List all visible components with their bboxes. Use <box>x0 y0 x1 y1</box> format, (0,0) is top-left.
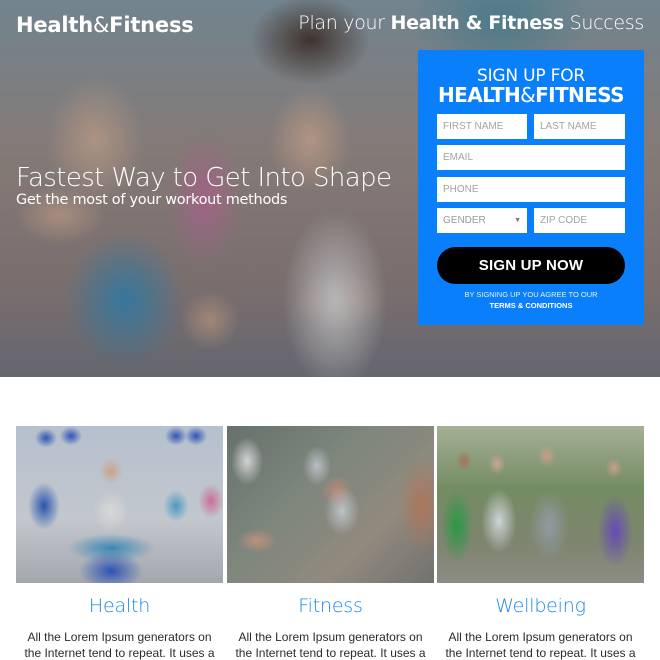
zip-code-input[interactable] <box>534 208 625 233</box>
signup-form: SIGN UP FOR HEALTH&FITNESS GENDER ▼ SIGN… <box>418 50 644 325</box>
gender-select-value: GENDER <box>443 215 486 226</box>
hero-section: Health&Fitness Plan your Health & Fitnes… <box>0 0 660 377</box>
feature-description: All the Lorem Ipsum generators on the In… <box>24 630 215 660</box>
chevron-down-icon: ▼ <box>514 217 521 224</box>
feature-description: All the Lorem Ipsum generators on the In… <box>235 630 426 660</box>
terms-disclaimer: BY SIGNING UP YOU AGREE TO OUR <box>464 290 598 299</box>
first-name-input[interactable] <box>437 114 527 139</box>
feature-card-wellbeing: Wellbeing All the Lorem Ipsum generators… <box>437 426 644 660</box>
tagline-post: Success <box>563 12 645 34</box>
sign-up-now-button[interactable]: SIGN UP NOW <box>437 247 625 284</box>
feature-image-health <box>16 426 223 583</box>
form-heading-ampersand: & <box>520 83 536 107</box>
hero-title: Fastest Way to Get Into Shape <box>16 163 392 193</box>
feature-image-wellbeing <box>437 426 644 583</box>
feature-title: Wellbeing <box>495 595 586 617</box>
form-heading-brand: HEALTH&FITNESS <box>418 83 644 107</box>
image-overlay <box>437 426 644 583</box>
last-name-input[interactable] <box>534 114 625 139</box>
logo-text-health: Health <box>16 13 93 37</box>
hero-subtitle: Get the most of your workout methods <box>16 192 288 208</box>
feature-card-health: Health All the Lorem Ipsum generators on… <box>16 426 223 660</box>
form-heading-health: HEALTH <box>438 83 521 107</box>
header-tagline: Plan your Health & Fitness Success <box>298 12 644 34</box>
tagline-bold: Health & Fitness <box>390 12 565 34</box>
feature-description: All the Lorem Ipsum generators on the In… <box>445 630 636 660</box>
feature-image-fitness <box>227 426 434 583</box>
feature-title: Fitness <box>298 595 363 617</box>
image-overlay <box>16 426 223 583</box>
tagline-pre: Plan your <box>298 12 391 34</box>
image-overlay <box>227 426 434 583</box>
email-input[interactable] <box>437 145 625 170</box>
phone-input[interactable] <box>437 177 625 202</box>
logo-ampersand: & <box>92 13 110 37</box>
form-heading-fitness: FITNESS <box>535 83 624 107</box>
feature-title: Health <box>88 595 151 617</box>
terms-and-conditions-link[interactable]: TERMS & CONDITIONS <box>418 301 644 310</box>
gender-select[interactable]: GENDER ▼ <box>437 208 527 233</box>
feature-card-fitness: Fitness All the Lorem Ipsum generators o… <box>227 426 434 660</box>
site-logo[interactable]: Health&Fitness <box>16 13 194 37</box>
logo-text-fitness: Fitness <box>109 13 194 37</box>
